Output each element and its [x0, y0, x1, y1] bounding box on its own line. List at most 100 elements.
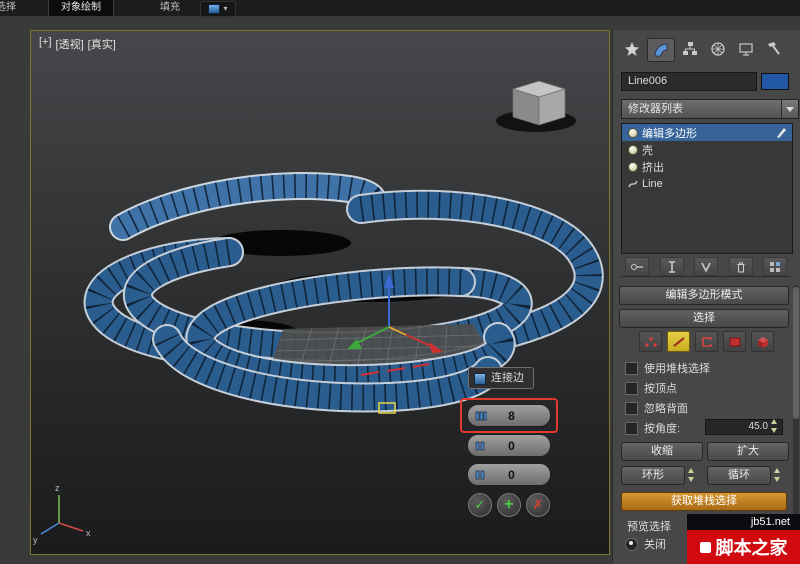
by-vertex-row[interactable]: 按顶点: [625, 380, 677, 396]
axis-x-label: x: [86, 528, 91, 538]
caddy-ok-button[interactable]: ✓: [468, 493, 492, 517]
ignore-backfacing-row[interactable]: 忽略背面: [625, 400, 688, 416]
lightbulb-icon[interactable]: [628, 128, 638, 138]
get-stack-selection-button[interactable]: 获取堆栈选择: [621, 492, 787, 511]
pin-stack-icon: [630, 260, 644, 274]
watermark-logo-icon: [700, 542, 711, 553]
radio-label: 关闭: [644, 536, 666, 552]
modifier-list-dropdown[interactable]: 修改器列表: [621, 99, 799, 119]
world-axis-tripod: z x y: [33, 483, 91, 545]
rollout-selection[interactable]: 选择: [619, 309, 789, 328]
perspective-viewport[interactable]: [+] [透视] [真实]: [30, 30, 610, 555]
polygon-mode-button[interactable]: [723, 331, 746, 352]
subobject-level-row: [639, 331, 774, 352]
slide-spinner[interactable]: 0: [467, 463, 551, 486]
tab-modify[interactable]: [647, 38, 675, 62]
connect-edge-icon: [474, 373, 486, 385]
caddy-apply-button[interactable]: +: [497, 493, 521, 517]
ribbon-tab-object-paint[interactable]: 对象绘制: [48, 0, 114, 16]
tab-utilities[interactable]: [761, 38, 787, 60]
caddy-cancel-button[interactable]: ✗: [526, 493, 550, 517]
polygon-icon: [727, 335, 743, 349]
element-mode-button[interactable]: [751, 331, 774, 352]
viewport-shading-menu[interactable]: [真实]: [88, 36, 116, 52]
tooltip-text: 连接边: [491, 372, 524, 384]
stack-row-line[interactable]: Line: [622, 175, 792, 192]
viewport-general-menu[interactable]: [+]: [39, 36, 52, 52]
stack-row-shell[interactable]: 壳: [622, 141, 792, 158]
ring-shift-spinner[interactable]: [686, 467, 697, 483]
viewcube[interactable]: [496, 81, 576, 132]
ribbon-tab-label: 填充: [160, 2, 180, 13]
remove-modifier-button[interactable]: [729, 257, 753, 276]
ring-button[interactable]: 环形: [621, 466, 685, 485]
viewport-menus: [+] [透视] [真实]: [39, 36, 116, 52]
stack-row-label: 壳: [642, 142, 653, 158]
site-watermark: jb51.net 脚本之家: [687, 514, 800, 564]
watermark-url: jb51.net: [687, 514, 800, 530]
app-window: 选择 对象绘制 填充 ▾ [+] [透视] [真实]: [0, 0, 800, 564]
ribbon-tab-label: 对象绘制: [61, 2, 101, 13]
preview-off-radio-row[interactable]: 关闭: [625, 536, 666, 552]
stack-row-label: 挤出: [642, 159, 664, 175]
chevron-down-icon: [781, 100, 798, 118]
make-unique-button[interactable]: [694, 257, 718, 276]
border-mode-button[interactable]: [695, 331, 718, 352]
modifier-stack: 编辑多边形 壳 挤出 Line: [621, 123, 793, 254]
checkbox-icon[interactable]: [625, 422, 638, 435]
stack-toolbar: [621, 257, 791, 277]
close-icon: ✗: [533, 497, 544, 513]
checkbox-icon[interactable]: [625, 382, 638, 395]
object-color-swatch[interactable]: [761, 73, 789, 90]
radio-icon[interactable]: [625, 538, 638, 551]
pin-stack-button[interactable]: [625, 257, 649, 276]
tab-create[interactable]: [619, 38, 645, 60]
lightbulb-icon[interactable]: [628, 145, 638, 155]
scrollbar-thumb[interactable]: [793, 287, 799, 419]
edge-mode-button[interactable]: [667, 331, 690, 352]
ribbon-tab-populate[interactable]: 填充: [148, 0, 192, 16]
rollout-edit-poly-mode[interactable]: 编辑多边形模式: [619, 286, 789, 305]
tab-motion[interactable]: [705, 38, 731, 60]
show-end-result-button[interactable]: [660, 257, 684, 276]
ribbon-tab-select[interactable]: 选择: [0, 0, 28, 16]
vertex-mode-button[interactable]: [639, 331, 662, 352]
element-icon: [755, 335, 771, 349]
configure-sets-icon: [768, 260, 782, 274]
checkbox-label: 忽略背面: [644, 400, 688, 416]
use-stack-selection-row[interactable]: 使用堆栈选择: [625, 360, 710, 376]
grow-button[interactable]: 扩大: [707, 442, 789, 461]
configure-modifier-sets-button[interactable]: [763, 257, 787, 276]
shrink-button[interactable]: 收缩: [621, 442, 703, 461]
stack-row-label: 编辑多边形: [642, 125, 697, 141]
show-end-result-icon: [665, 260, 679, 274]
motion-icon: [709, 40, 727, 58]
object-name-field[interactable]: Line006: [621, 72, 757, 91]
pinch-icon: [475, 440, 487, 452]
modify-icon: [652, 41, 670, 59]
command-panel: Line006 修改器列表 编辑多边形 壳 挤出 Line: [612, 30, 800, 564]
create-icon: [623, 40, 641, 58]
pinch-spinner[interactable]: 0: [467, 434, 551, 457]
angle-spinner[interactable]: [769, 418, 780, 434]
checkbox-label: 按顶点: [644, 380, 677, 396]
tab-display[interactable]: [733, 38, 759, 60]
checkbox-icon[interactable]: [625, 362, 638, 375]
stack-row-edit-poly[interactable]: 编辑多边形: [622, 124, 792, 141]
stack-row-extrude[interactable]: 挤出: [622, 158, 792, 175]
loop-shift-spinner[interactable]: [772, 467, 783, 483]
by-angle-row[interactable]: 按角度:: [625, 420, 680, 436]
checkbox-icon[interactable]: [625, 402, 638, 415]
display-icon: [737, 40, 755, 58]
ribbon-display-toggle[interactable]: ▾: [200, 1, 236, 17]
loop-button[interactable]: 循环: [707, 466, 771, 485]
viewport-pov-menu[interactable]: [透视]: [56, 36, 84, 52]
chevron-down-icon: ▾: [223, 5, 227, 13]
stack-row-label: Line: [642, 178, 663, 190]
checkbox-label: 按角度:: [644, 420, 680, 436]
annotation-highlight-box: [460, 398, 558, 433]
lightbulb-icon[interactable]: [628, 162, 638, 172]
ribbon-tab-bar: 选择 对象绘制 填充 ▾: [0, 0, 800, 16]
tab-hierarchy[interactable]: [677, 38, 703, 60]
edge-icon: [671, 335, 687, 349]
